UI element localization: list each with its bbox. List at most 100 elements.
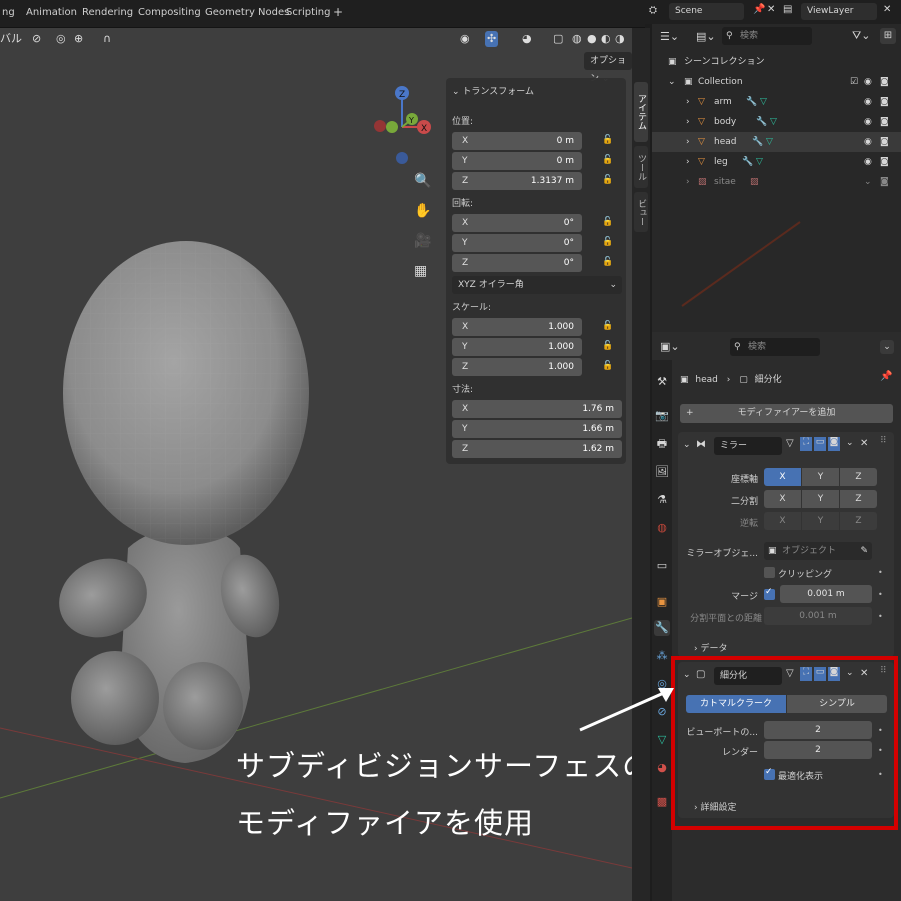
render-camera-icon[interactable]: ◙ (828, 667, 840, 681)
catmull-clark-button[interactable]: カトマルクラーク (686, 695, 786, 713)
chevron-down-icon[interactable]: ⌄ (846, 668, 854, 678)
options-dropdown[interactable]: オプション ⌄ (584, 52, 632, 84)
keyframe-dot[interactable]: • (878, 746, 883, 755)
outliner-item-arm[interactable]: › ▽ arm 🔧 ▽ ◉ ◙ (652, 92, 901, 112)
close-icon[interactable]: ✕ (860, 668, 868, 679)
world-icon[interactable]: ◍ (654, 520, 670, 536)
pivot-icon[interactable]: ⊕ (74, 31, 83, 47)
chevron-down-icon[interactable]: ⌄ (846, 438, 854, 448)
filter-icon[interactable]: ▤⌄ (696, 30, 716, 43)
solid-shading-icon[interactable]: ● (587, 31, 597, 47)
outliner-item-head[interactable]: › ▽ head 🔧 ▽ ◉ ◙ (652, 132, 901, 152)
object-icon[interactable]: ▣ (654, 594, 670, 610)
snap-icon[interactable]: ⊘ (32, 31, 41, 47)
tab-geometry-nodes[interactable]: Geometry Nodes (205, 7, 289, 18)
keyframe-dot[interactable]: • (878, 770, 883, 779)
data-subpanel[interactable]: › データ (694, 641, 727, 654)
lock-icon[interactable]: 🔓 (602, 321, 613, 331)
keyframe-dot[interactable]: • (878, 590, 883, 599)
simple-button[interactable]: シンプル (787, 695, 887, 713)
render-levels-field[interactable]: 2 (764, 741, 872, 759)
add-modifier-button[interactable]: + モディファイアーを追加 (680, 404, 893, 423)
pin-icon[interactable]: 📌 (880, 371, 892, 382)
texture-icon[interactable]: ▩ (654, 794, 670, 810)
display-mode-icon[interactable]: ☰⌄ (660, 30, 679, 43)
dimension-y-field[interactable]: Y 1.66 m (452, 420, 622, 438)
outliner-item-leg[interactable]: › ▽ leg 🔧 ▽ ◉ ◙ (652, 152, 901, 172)
close-icon[interactable]: ✕ (860, 438, 868, 449)
rotation-mode-select[interactable]: XYZ オイラー角 ⌄ (452, 276, 622, 294)
mirror-object-field[interactable]: ▣ オブジェクト ✎ (764, 542, 872, 560)
tab-item[interactable]: アイテム (634, 82, 648, 142)
mirror-axis-x[interactable]: X (764, 468, 801, 486)
cage-icon[interactable]: ⛶ (800, 667, 812, 681)
zoom-icon[interactable]: 🔍 (414, 173, 431, 189)
keyframe-dot[interactable]: • (878, 612, 883, 621)
bisect-distance-field[interactable]: 0.001 m (764, 607, 872, 625)
tab-rendering[interactable]: Rendering (82, 7, 133, 18)
drag-handle-icon[interactable]: ⠿ (880, 436, 887, 446)
flip-axis-z[interactable]: Z (840, 512, 877, 530)
clipping-checkbox[interactable] (764, 567, 775, 578)
tab-layout[interactable]: ng (2, 7, 15, 18)
viewport-display-icon[interactable]: ▭ (814, 667, 826, 681)
overlay-icon[interactable]: ◕ (522, 31, 532, 47)
advanced-subpanel[interactable]: › 詳細設定 (694, 800, 736, 813)
chevron-down-icon[interactable]: ⌄ (880, 340, 894, 354)
new-collection-icon[interactable]: ⊞ (880, 28, 896, 44)
perspective-grid-icon[interactable]: ▦ (414, 263, 427, 279)
lock-icon[interactable]: 🔓 (602, 155, 613, 165)
panel-header[interactable]: ⌄ トランスフォーム (452, 84, 534, 97)
chevron-down-icon[interactable]: ⌄ (683, 670, 691, 680)
add-workspace-button[interactable]: + (333, 5, 343, 19)
dimension-z-field[interactable]: Z 1.62 m (452, 440, 622, 458)
tool-icon[interactable]: ⚒ (654, 374, 670, 390)
output-icon[interactable]: 🖶 (654, 436, 670, 452)
tab-scripting[interactable]: Scripting (286, 7, 330, 18)
rotation-y-field[interactable]: Y 0° (452, 234, 582, 252)
bisect-axis-x[interactable]: X (764, 490, 801, 508)
bisect-axis-z[interactable]: Z (840, 490, 877, 508)
tab-view[interactable]: ビュー (634, 192, 648, 232)
optimal-display-checkbox[interactable] (764, 767, 775, 780)
drag-handle-icon[interactable]: ⠿ (880, 666, 887, 676)
proportional-icon[interactable]: ◎ (56, 31, 66, 47)
material-icon[interactable]: ◕ (654, 760, 670, 776)
navigation-gizmo[interactable]: Z X Y (370, 83, 440, 173)
viewlayer-selector[interactable]: ViewLayer (801, 3, 877, 20)
subsurf-name-field[interactable]: 細分化 (714, 667, 782, 685)
lock-icon[interactable]: 🔓 (602, 361, 613, 371)
camera-icon[interactable]: 🎥 (414, 233, 431, 249)
flip-axis-y[interactable]: Y (802, 512, 839, 530)
scene-selector[interactable]: Scene (669, 3, 744, 20)
visibility-icon[interactable]: ◉ (460, 31, 470, 47)
pin-icon[interactable]: 📌 (753, 4, 765, 15)
falloff-icon[interactable]: ∩ (103, 31, 111, 47)
chevron-down-icon[interactable]: ⌄ (683, 440, 691, 450)
rotation-x-field[interactable]: X 0° (452, 214, 582, 232)
viewport-levels-field[interactable]: 2 (764, 721, 872, 739)
location-z-field[interactable]: Z 1.3137 m (452, 172, 582, 190)
rotation-z-field[interactable]: Z 0° (452, 254, 582, 272)
lock-icon[interactable]: 🔓 (602, 135, 613, 145)
gizmo-icon[interactable]: ✣ (485, 31, 499, 47)
bisect-axis-y[interactable]: Y (802, 490, 839, 508)
wireframe-shading-icon[interactable]: ◍ (572, 31, 582, 47)
viewport-display-icon[interactable]: ▭ (814, 437, 826, 451)
edit-mode-icon[interactable]: ▽ (786, 668, 794, 679)
dimension-x-field[interactable]: X 1.76 m (452, 400, 622, 418)
outliner-item-body[interactable]: › ▽ body 🔧 ▽ ◉ ◙ (652, 112, 901, 132)
xray-icon[interactable]: ▢ (553, 31, 563, 47)
tab-compositing[interactable]: Compositing (138, 7, 201, 18)
modifier-wrench-icon[interactable]: 🔧 (654, 620, 670, 636)
scene-icon[interactable]: ⚗ (654, 492, 670, 508)
close-icon[interactable]: ✕ (883, 4, 891, 15)
tab-tool[interactable]: ツール (634, 146, 648, 188)
mirror-axis-z[interactable]: Z (840, 468, 877, 486)
cage-icon[interactable]: ⛶ (800, 437, 812, 451)
lock-icon[interactable]: 🔓 (602, 175, 613, 185)
particles-icon[interactable]: ⁂ (654, 648, 670, 664)
mirror-name-field[interactable]: ミラー (714, 437, 782, 455)
viewport-mode-label[interactable]: バル (0, 31, 22, 47)
location-y-field[interactable]: Y0 m (452, 152, 582, 170)
